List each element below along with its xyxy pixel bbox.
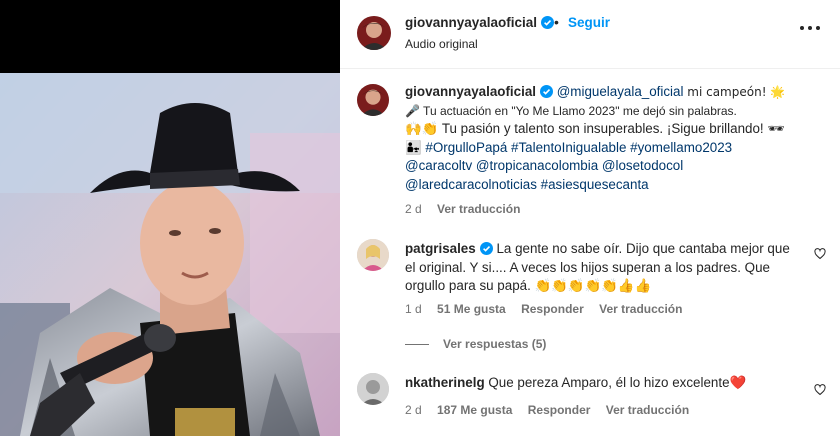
audio-label[interactable]: Audio original [405,37,478,51]
verified-badge-icon [539,85,553,98]
comment-time[interactable]: 1 d [405,302,422,316]
separator-dot: • [554,14,559,30]
more-dot [816,26,820,30]
caption-mentions-1[interactable]: @caracoltv @tropicanacolombia @losetodoc… [405,157,796,176]
comment-text: patgrisales La gente no sabe oír. Dijo q… [405,240,796,296]
mention-link[interactable]: @miguelayala_oficial [557,84,684,99]
caption-text: giovannyayalaoficial @miguelayala_oficia… [405,83,796,194]
author-username[interactable]: giovannyayalaoficial [405,15,555,30]
verified-badge-icon [479,242,493,255]
comment-text: nkatherinelg Que pereza Amparo, él lo hi… [405,374,796,393]
more-dot [800,26,804,30]
comment-meta: 2 d 187 Me gusta Responder Ver traducció… [405,403,701,417]
caption-avatar-image [357,84,389,116]
comment-username[interactable]: patgrisales [405,241,476,256]
comment-likes[interactable]: 51 Me gusta [437,302,506,316]
view-replies-button[interactable]: Ver respuestas (5) [405,337,546,351]
singer-video-still [0,73,340,436]
comment-body: Que pereza Amparo, él lo hizo excelente❤… [488,375,747,390]
verified-badge-icon [541,16,555,29]
caption-username[interactable]: giovannyayalaoficial [405,84,536,99]
reply-button[interactable]: Responder [521,302,584,316]
caption-avatar[interactable] [357,84,389,116]
caption-line-1: mi campeón! 🌟 [683,85,786,99]
caption-translate-button[interactable]: Ver traducción [437,202,520,216]
caption-line-3: 🙌👏 Tu pasión y talento son insuperables.… [405,121,785,136]
commenter-avatar[interactable] [357,373,389,405]
commenter-avatar-image [357,239,389,271]
more-options-icon[interactable] [800,26,820,32]
letterbox-top [0,0,340,73]
translate-button[interactable]: Ver traducción [599,302,682,316]
author-avatar-image [357,16,391,50]
replies-line [405,344,429,346]
commenter-avatar[interactable] [357,239,389,271]
comment-likes[interactable]: 187 Me gusta [437,403,512,417]
like-heart-icon[interactable] [814,248,826,260]
post-media[interactable] [0,0,340,436]
post-side-panel: giovannyayalaoficial • Seguir Audio orig… [340,0,840,436]
more-dot [808,26,812,30]
caption-time[interactable]: 2 d [405,202,422,216]
caption-mentions-2[interactable]: @laredcaracolnoticias #asiesquesecanta [405,176,796,195]
caption-hashtags[interactable]: 👨‍👧 #OrgulloPapá #TalentoInigualable #yo… [405,139,796,158]
comment-username[interactable]: nkatherinelg [405,375,485,390]
caption-line-2: 🎤 Tu actuación en "Yo Me Llamo 2023" me … [405,103,737,118]
post-header: giovannyayalaoficial • Seguir Audio orig… [340,0,840,69]
like-heart-icon[interactable] [814,384,826,396]
video-frame[interactable] [0,73,340,436]
author-avatar[interactable] [357,16,391,50]
comment-meta: 1 d 51 Me gusta Responder Ver traducción [405,302,694,316]
comment-time[interactable]: 2 d [405,403,422,417]
caption-meta: 2 d Ver traducción [405,202,532,216]
translate-button[interactable]: Ver traducción [606,403,689,417]
commenter-avatar-image [357,373,389,405]
view-replies-label[interactable]: Ver respuestas (5) [443,337,546,351]
reply-button[interactable]: Responder [528,403,591,417]
author-username-text[interactable]: giovannyayalaoficial [405,15,537,30]
follow-button[interactable]: Seguir [568,15,610,30]
